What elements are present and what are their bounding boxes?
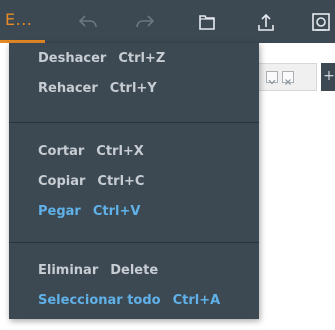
menu-item-shortcut: Ctrl+X bbox=[96, 144, 144, 159]
add-tab-button[interactable]: + bbox=[321, 63, 335, 91]
undo-icon[interactable] bbox=[76, 10, 100, 34]
menu-item-shortcut: Delete bbox=[110, 263, 159, 278]
upload-icon[interactable] bbox=[254, 10, 278, 34]
menu-item-label: Deshacer bbox=[38, 51, 107, 66]
edit-menu-button[interactable]: E... bbox=[0, 0, 48, 43]
menu-item-label: Cortar bbox=[38, 144, 85, 159]
close-icon[interactable] bbox=[282, 71, 294, 85]
menu-item-shortcut: Ctrl+Y bbox=[109, 81, 157, 96]
menu-item-label: Copiar bbox=[38, 174, 86, 189]
menu-item-redo[interactable]: Rehacer Ctrl+Y bbox=[38, 78, 157, 100]
menu-item-label: Eliminar bbox=[38, 263, 99, 278]
edit-dropdown-menu: Deshacer Ctrl+Z Rehacer Ctrl+Y Cortar Ctrl+… bbox=[9, 43, 259, 319]
menu-item-undo[interactable]: Deshacer Ctrl+Z bbox=[38, 48, 165, 70]
menu-separator bbox=[9, 122, 259, 123]
menu-item-delete[interactable]: Eliminar Delete bbox=[38, 260, 158, 282]
top-toolbar: E... bbox=[0, 0, 335, 43]
document-tab[interactable] bbox=[255, 63, 317, 91]
menu-item-shortcut: Ctrl+A bbox=[172, 293, 221, 308]
menu-separator bbox=[9, 242, 259, 243]
folder-icon[interactable] bbox=[195, 10, 219, 34]
menu-item-shortcut: Ctrl+C bbox=[97, 174, 145, 189]
menu-item-cut[interactable]: Cortar Ctrl+X bbox=[38, 141, 144, 163]
menu-item-label: Seleccionar todo bbox=[38, 293, 161, 308]
settings-icon[interactable] bbox=[309, 10, 333, 34]
chevron-down-icon[interactable] bbox=[266, 71, 278, 85]
menu-item-select-all[interactable]: Seleccionar todo Ctrl+A bbox=[38, 290, 220, 312]
menu-item-label: Pegar bbox=[38, 204, 81, 219]
menu-item-label: Rehacer bbox=[38, 81, 98, 96]
menu-item-shortcut: Ctrl+Z bbox=[118, 51, 166, 66]
menu-item-shortcut: Ctrl+V bbox=[92, 204, 141, 219]
menu-item-copy[interactable]: Copiar Ctrl+C bbox=[38, 171, 144, 193]
redo-icon[interactable] bbox=[133, 10, 157, 34]
menu-item-paste[interactable]: Pegar Ctrl+V bbox=[38, 201, 140, 223]
tab-strip: + bbox=[255, 63, 335, 91]
